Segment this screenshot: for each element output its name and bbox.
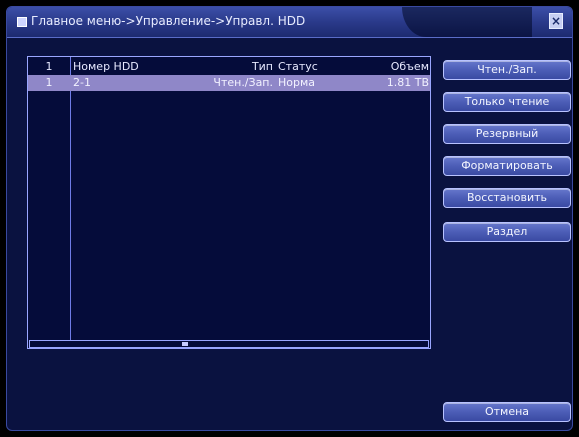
read-only-button[interactable]: Только чтение	[443, 92, 571, 112]
hdd-table: 1 Номер HDD Тип Статус Объем 1 2-1 Чтен.…	[27, 56, 431, 349]
partition-button[interactable]: Раздел	[443, 222, 571, 242]
cancel-button[interactable]: Отмена	[443, 402, 571, 422]
scrollbar-thumb[interactable]	[182, 342, 188, 346]
row-hdd-number: 2-1	[73, 76, 91, 89]
format-button[interactable]: Форматировать	[443, 156, 571, 176]
close-button[interactable]: ×	[549, 13, 563, 29]
header-status: Статус	[278, 60, 318, 73]
header-capacity: Объем	[390, 60, 429, 73]
header-type: Тип	[251, 60, 273, 73]
column-divider	[70, 57, 71, 348]
close-icon: ×	[550, 14, 562, 28]
menu-icon	[17, 17, 27, 27]
reserved-button[interactable]: Резервный	[443, 124, 571, 144]
restore-button[interactable]: Восстановить	[443, 188, 571, 208]
title-bar-edge	[402, 7, 532, 37]
row-status: Норма	[278, 76, 316, 89]
table-row[interactable]: 1 2-1 Чтен./Зап. Норма 1.81 TB	[28, 75, 430, 91]
window-title: Главное меню->Управление->Управл. HDD	[31, 14, 306, 28]
read-write-button[interactable]: Чтен./Зап.	[443, 60, 571, 80]
table-header: 1 Номер HDD Тип Статус Объем	[28, 59, 430, 75]
row-type: Чтен./Зап.	[213, 76, 273, 89]
row-capacity: 1.81 TB	[386, 76, 429, 89]
header-index: 1	[45, 60, 53, 73]
horizontal-scrollbar[interactable]	[29, 340, 429, 348]
title-bar: Главное меню->Управление->Управл. HDD ×	[7, 7, 572, 38]
header-hdd-number: Номер HDD	[73, 60, 139, 73]
row-index: 1	[45, 76, 53, 89]
hdd-management-window: Главное меню->Управление->Управл. HDD × …	[6, 6, 573, 431]
